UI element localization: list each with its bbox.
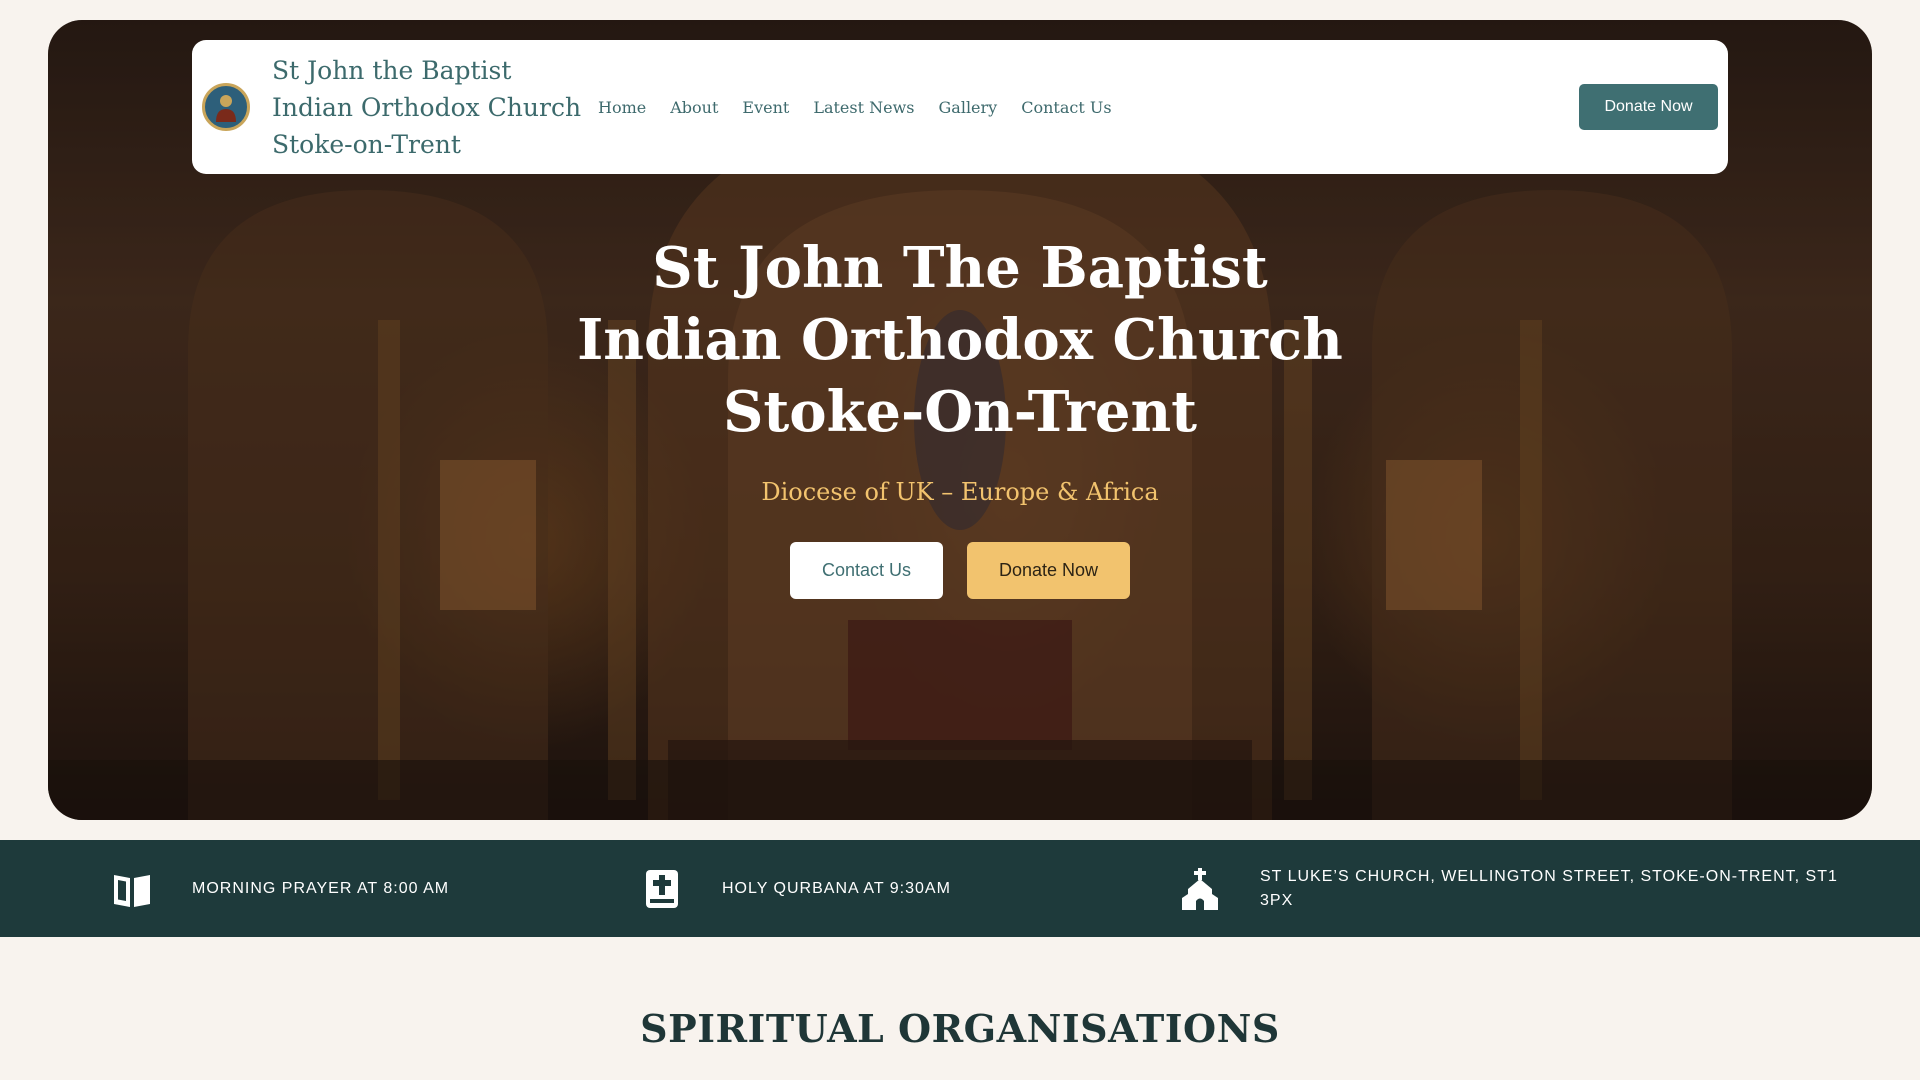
- site-title-line: Stoke-on-Trent: [272, 129, 461, 159]
- section-title: SPIRITUAL ORGANISATIONS: [640, 1006, 1280, 1051]
- site-title-line: Indian Orthodox Church: [272, 92, 582, 122]
- nav-latest-news[interactable]: Latest News: [813, 98, 914, 117]
- nav-home[interactable]: Home: [598, 98, 646, 117]
- main-nav: Home About Event Latest News Gallery Con…: [598, 98, 1112, 117]
- bible-icon: [646, 869, 678, 908]
- hero-title: St John The Baptist Indian Orthodox Chur…: [577, 235, 1343, 445]
- nav-about[interactable]: About: [670, 98, 718, 117]
- header-donate-button[interactable]: Donate Now: [1579, 84, 1718, 130]
- hero-buttons: Contact Us Donate Now: [0, 542, 1920, 599]
- donate-now-button[interactable]: Donate Now: [967, 542, 1130, 599]
- info-text: Morning Prayer at 8:00 AM: [192, 879, 450, 897]
- site-title[interactable]: St John the Baptist Indian Orthodox Chur…: [272, 52, 592, 163]
- site-title-line: St John the Baptist: [272, 55, 512, 85]
- info-item-location: St Luke’s Church, Wellington Street, Sto…: [1178, 840, 1838, 937]
- service-info-bar: Morning Prayer at 8:00 AM Holy Qurbana a…: [0, 840, 1920, 937]
- nav-contact-us[interactable]: Contact Us: [1021, 98, 1111, 117]
- contact-us-button[interactable]: Contact Us: [790, 542, 943, 599]
- nav-event[interactable]: Event: [742, 98, 789, 117]
- hero-subtitle: Diocese of UK – Europe & Africa: [761, 478, 1159, 506]
- church-icon: [1182, 867, 1218, 910]
- book-icon: [114, 874, 150, 907]
- info-item-morning-prayer: Morning Prayer at 8:00 AM: [110, 840, 449, 937]
- site-header: St John the Baptist Indian Orthodox Chur…: [192, 40, 1728, 174]
- nav-gallery[interactable]: Gallery: [939, 98, 998, 117]
- info-text: Holy Qurbana at 9:30AM: [722, 879, 951, 897]
- info-text: St Luke’s Church, Wellington Street, Sto…: [1260, 867, 1838, 909]
- info-item-holy-qurbana: Holy Qurbana at 9:30AM: [640, 840, 951, 937]
- church-logo-icon[interactable]: [202, 83, 250, 131]
